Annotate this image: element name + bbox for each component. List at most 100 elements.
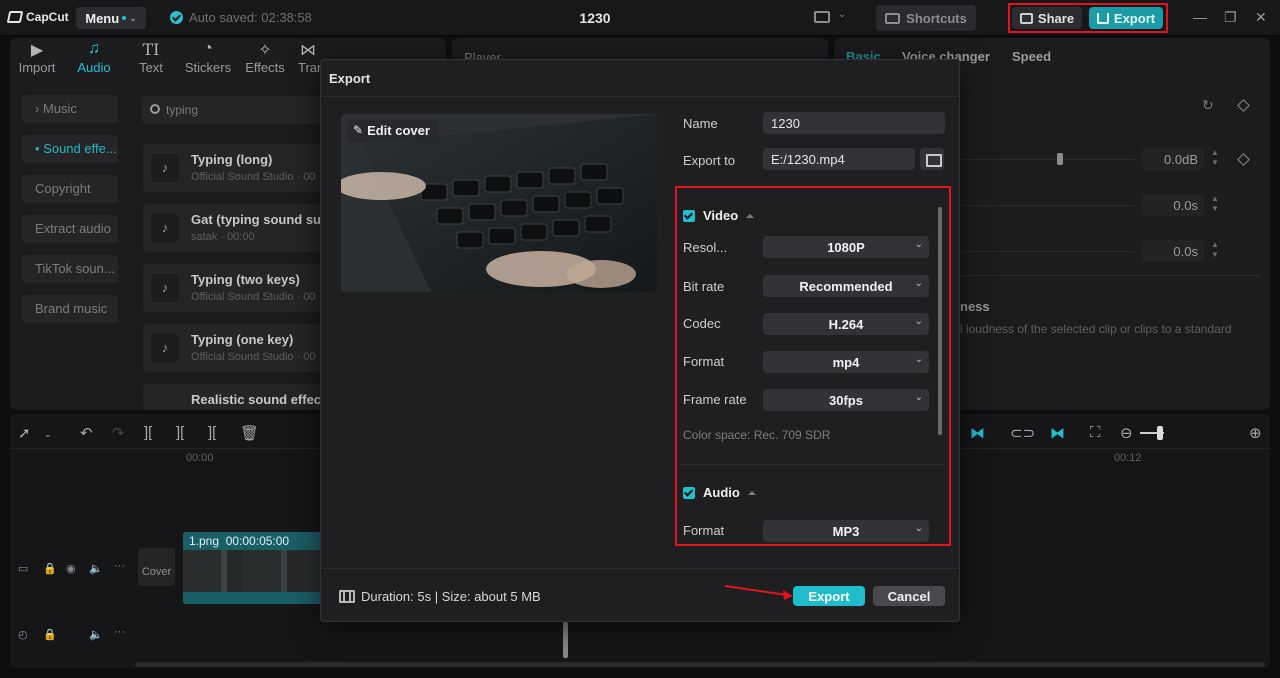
sound-title: Gat (typing sound su [191,212,321,227]
split-icon[interactable]: ][ [144,424,152,441]
export-button[interactable]: Export [793,586,865,606]
tool-tab-text[interactable]: TI Text [123,40,179,75]
divider [960,275,1260,276]
effects-icon: ✧ [258,42,272,59]
audio-icon: ♫ [88,40,100,57]
loudness-description: l loudness of the selected clip or clips… [960,322,1232,336]
sidebar-item-label: Copyright [35,181,91,196]
sidebar-item-extract-audio[interactable]: Extract audio [22,215,118,243]
speaker-icon[interactable]: 🔈 [89,562,103,575]
fade-in-slider-track[interactable] [962,205,1134,206]
cover-label: Cover [141,566,172,578]
more-icon[interactable]: ··· [114,626,125,638]
layout-icon[interactable] [814,11,830,23]
chevron-down-icon[interactable]: ⌄ [838,9,846,20]
lock-icon[interactable]: 🔒 [43,562,57,575]
text-icon: TI [142,40,160,59]
chevron-down-icon[interactable]: ⌄ [44,429,52,440]
clip-duration: 00:00:05:00 [225,534,290,548]
project-title: 1230 [579,10,611,26]
stepper-icon[interactable]: ▲ ▼ [1209,194,1221,216]
name-input[interactable]: 1230 [763,112,945,134]
sidebar-item-brand-music[interactable]: Brand music [22,295,118,323]
timeline-scrollbar[interactable] [135,662,1265,667]
shortcuts-button[interactable]: Shortcuts [876,5,976,31]
cover-button[interactable]: Cover [138,548,175,586]
timeline-clip[interactable]: 1.png 00:00:05:00 [183,532,323,604]
speaker-icon[interactable]: 🔈 [89,628,103,641]
more-icon[interactable]: ··· [114,560,125,572]
playhead[interactable] [563,622,568,658]
sound-list-item[interactable]: ♪ Typing (long) Official Sound Studio · … [143,144,333,192]
cover-thumbnail[interactable]: ✎ Edit cover [341,114,657,292]
stepper-icon[interactable]: ▲ ▼ [1209,148,1221,170]
highlight-box-settings [675,186,951,546]
split-left-icon[interactable]: ][ [176,424,184,441]
sound-list-item[interactable]: Realistic sound effect [143,384,333,410]
reset-icon[interactable]: ↻ [1202,97,1214,114]
zoom-in-icon[interactable]: ⊕ [1249,424,1262,442]
volume-slider-handle[interactable] [1057,153,1063,165]
select-cursor-icon[interactable]: ➚ [18,424,31,442]
sound-list-item[interactable]: ♪ Typing (one key) Official Sound Studio… [143,324,333,372]
cancel-button[interactable]: Cancel [873,586,945,606]
preview-axis-icon[interactable]: ⧓ [1050,424,1065,442]
tool-tab-import[interactable]: ▶ Import [9,40,65,75]
link-icon[interactable]: ⊂⊃ [1010,424,1035,442]
sound-list-item[interactable]: ♪ Gat (typing sound su satak · 00:00 [143,204,333,252]
sidebar-item-copyright[interactable]: Copyright [22,175,118,203]
shortcuts-label: Shortcuts [906,10,967,26]
volume-slider-track[interactable] [962,159,1134,160]
track-video-icon[interactable]: ▭ [18,562,28,575]
sidebar-item-sound-effects[interactable]: • Sound effe... [22,135,118,163]
sound-title: Typing (long) [191,152,273,167]
autosave-status: Auto saved: 02:38:58 [170,10,312,25]
minimize-icon[interactable]: — [1193,9,1207,25]
music-note-icon: ♪ [151,334,179,362]
autosave-text: Auto saved: 02:38:58 [189,10,312,25]
audio-track-icon[interactable]: ◴ [18,628,28,641]
close-icon[interactable]: ✕ [1255,9,1267,26]
zoom-slider-handle[interactable] [1157,426,1163,440]
maximize-icon[interactable]: ❐ [1224,9,1237,26]
search-value: typing [166,103,199,117]
folder-icon[interactable] [920,148,944,170]
timeline-time-end: 00:12 [1114,452,1142,464]
tool-tab-stickers[interactable]: ◔ Stickers [180,40,236,75]
duration-size-info: Duration: 5s | Size: about 5 MB [361,589,541,604]
fade-out-value[interactable]: 0.0s [1142,240,1204,262]
sound-subtitle: Official Sound Studio · 00 [191,351,316,363]
menu-button[interactable]: Menu ⌄ [76,7,146,29]
snap-icon[interactable]: ⧓ [970,424,985,442]
zoom-out-icon[interactable]: ⊖ [1120,424,1133,442]
clip-name: 1.png [189,534,220,548]
fade-out-slider-track[interactable] [962,251,1134,252]
tool-tab-label: Audio [77,60,111,75]
stepper-icon[interactable]: ▲ ▼ [1209,240,1221,262]
split-right-icon[interactable]: ][ [208,424,216,441]
tool-tab-effects[interactable]: ✧ Effects [237,40,293,75]
delete-icon[interactable]: 🗑 [240,424,259,442]
fit-icon[interactable]: ⛶ [1090,424,1101,441]
fade-in-value[interactable]: 0.0s [1142,194,1204,216]
eye-icon[interactable]: ◉ [66,562,76,575]
tab-speed[interactable]: Speed [1012,49,1051,64]
annotation-arrow [724,585,793,600]
edit-cover-button[interactable]: ✎ Edit cover [347,120,438,142]
search-input[interactable]: typing [142,96,332,124]
sidebar-item-label: Extract audio [35,221,111,236]
redo-icon: ↷ [112,425,125,442]
edit-cover-label: Edit cover [367,123,430,138]
sound-list-item[interactable]: ♪ Typing (two keys) Official Sound Studi… [143,264,333,312]
undo-icon[interactable]: ↶ [80,424,93,442]
chevron-down-icon: ⌄ [129,12,137,23]
tool-tab-audio[interactable]: ♫ Audio [66,40,122,75]
volume-value[interactable]: 0.0dB [1142,148,1204,170]
sound-subtitle: satak · 00:00 [191,231,255,243]
sidebar-item-label: Music [42,101,77,116]
sidebar-item-music[interactable]: › Music [22,95,118,123]
tool-tab-label: Text [139,60,163,75]
export-path-input[interactable]: E:/1230.mp4 [763,148,915,170]
sidebar-item-tiktok-sounds[interactable]: TikTok soun... [22,255,118,283]
lock-icon[interactable]: 🔒 [43,628,57,641]
